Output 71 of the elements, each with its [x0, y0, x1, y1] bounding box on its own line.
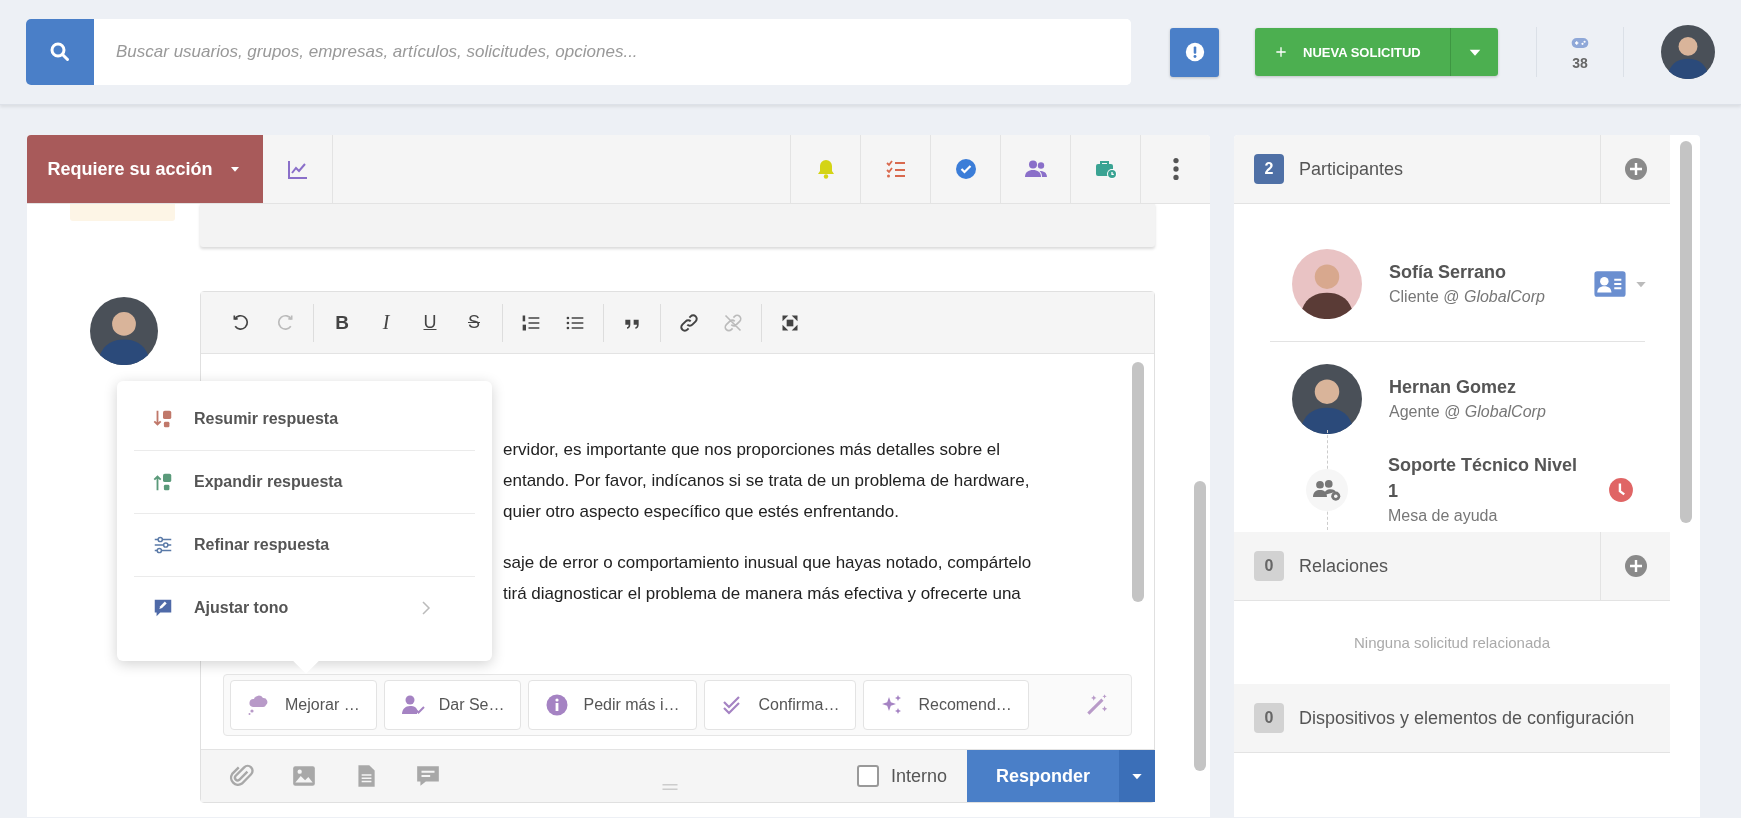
reply-button[interactable]: Responder — [967, 750, 1119, 802]
sort-up-icon — [152, 471, 174, 493]
italic-button[interactable]: I — [364, 303, 408, 342]
info-chip[interactable]: Pedir más i… — [528, 680, 697, 730]
avatar[interactable] — [1292, 249, 1362, 319]
section-header[interactable]: 0 Dispositivos y elementos de configuración — [1234, 684, 1670, 753]
bold-button[interactable]: B — [320, 303, 364, 342]
scrollbar[interactable] — [1132, 362, 1144, 602]
comment-icon — [415, 763, 441, 789]
search-bar[interactable]: Buscar usuarios, grupos, empresas, artículos, solicitudes, opciones... — [26, 19, 1131, 85]
person-role: Agente @ GlobalCorp — [1389, 402, 1547, 422]
recommend-chip[interactable]: Recomend… — [863, 680, 1029, 730]
person-role: Cliente @ GlobalCorp — [1389, 287, 1546, 307]
strikethrough-button[interactable]: S — [452, 303, 496, 342]
group-icon — [1306, 469, 1348, 511]
section-title: Dispositivos y elementos de configuración — [1299, 707, 1636, 729]
image-button[interactable] — [291, 763, 317, 789]
empty-message: Ninguna solicitud relacionada — [1353, 633, 1551, 653]
avatar — [90, 297, 158, 365]
confirm-chip[interactable]: Confirma… — [703, 680, 857, 730]
image-icon — [291, 763, 317, 789]
plus-icon — [1273, 44, 1289, 60]
person-name[interactable]: Sofía Serrano — [1389, 259, 1589, 285]
text-line: tirá diagnosticar el problema de manera más efectiva y ofrecerte una — [503, 583, 1022, 605]
text-line: ervidor, es importante que nos proporciones más detalles sobre el — [503, 439, 1002, 461]
redo-icon — [275, 312, 295, 333]
section-title: Relaciones — [1299, 555, 1390, 577]
comment-button[interactable] — [415, 763, 441, 789]
person-name[interactable]: Hernan Gomez — [1389, 374, 1589, 400]
link-icon — [679, 312, 699, 333]
avatar[interactable] — [1292, 364, 1362, 434]
attach-button[interactable] — [229, 763, 255, 789]
info-icon — [545, 693, 570, 717]
scrollbar[interactable] — [1680, 141, 1692, 523]
counter-value: 38 — [1572, 55, 1588, 71]
text-line: saje de error o comportamiento inusual que hayas notado, compártelo — [503, 552, 1033, 574]
section-title: Participantes — [1299, 158, 1405, 180]
user-check-icon — [400, 693, 425, 717]
scrollbar[interactable] — [1194, 481, 1206, 771]
more-icon — [1172, 157, 1179, 181]
improve-chip[interactable]: Mejorar … — [230, 680, 377, 730]
alert-icon — [1183, 41, 1206, 63]
alert-button[interactable] — [1170, 27, 1219, 77]
search-button[interactable] — [26, 19, 94, 85]
section-header[interactable]: 2 Participantes — [1234, 135, 1670, 204]
follow-up-chip[interactable]: Dar Se… — [383, 680, 522, 730]
unlink-icon — [723, 312, 743, 333]
checkbox-label: Interno — [890, 765, 947, 787]
paperclip-icon — [229, 763, 255, 789]
undo-icon — [231, 312, 251, 333]
add-icon — [1623, 157, 1648, 181]
add-icon — [1623, 554, 1648, 578]
checkbox[interactable] — [856, 765, 879, 787]
sort-down-icon — [152, 408, 174, 430]
sliders-icon — [152, 534, 174, 556]
dropdown-button[interactable] — [1450, 28, 1498, 76]
search-icon — [48, 40, 72, 64]
text-line: quier otro aspecto específico que estés enfrentando. — [503, 501, 900, 523]
game-counter[interactable]: 38 — [1536, 27, 1624, 77]
group-role: Mesa de ayuda — [1388, 506, 1499, 526]
section-header[interactable]: 0 Relaciones — [1234, 532, 1670, 601]
group-name[interactable]: Soporte Técnico Nivel 1 — [1388, 452, 1588, 504]
count-badge: 0 — [1254, 551, 1284, 581]
count-badge: 2 — [1254, 154, 1284, 184]
check-circle-icon — [953, 157, 978, 181]
underline-button[interactable]: U — [408, 303, 452, 342]
status-dropdown[interactable]: Requiere su acción — [27, 135, 263, 203]
avatar[interactable] — [1661, 25, 1715, 79]
magic-wand-icon — [1084, 692, 1110, 718]
text-line: entando. Por favor, indícanos si se trata de un problema de hardware, — [503, 470, 1031, 492]
count-badge: 0 — [1254, 703, 1284, 733]
